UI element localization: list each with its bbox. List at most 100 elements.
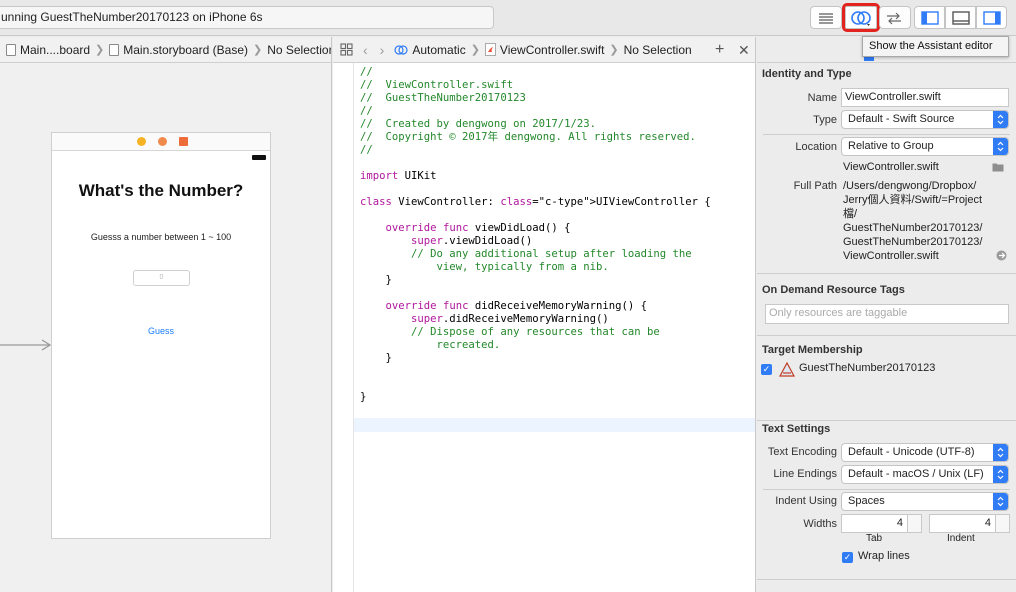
tab-caption: Tab bbox=[866, 533, 883, 544]
target-checkbox[interactable]: ✓ bbox=[761, 364, 772, 375]
storyboard-canvas[interactable]: What's the Number? Guesss a number betwe… bbox=[0, 63, 332, 592]
chevron-updown-icon bbox=[993, 493, 1008, 510]
section-divider bbox=[757, 579, 1016, 580]
utilities-toggle-icon bbox=[982, 10, 1001, 25]
view-controller-icon[interactable] bbox=[137, 137, 146, 146]
exit-icon[interactable] bbox=[179, 137, 188, 146]
code-line: override func didReceiveMemoryWarning() … bbox=[385, 300, 648, 312]
line-endings-label: Line Endings bbox=[773, 468, 837, 480]
document-icon bbox=[6, 43, 16, 56]
chevron-right-icon: ❯ bbox=[95, 44, 105, 56]
grid-icon[interactable] bbox=[340, 43, 353, 56]
code-line: super.didReceiveMemoryWarning() bbox=[411, 313, 609, 325]
standard-editor-button[interactable] bbox=[810, 6, 842, 29]
code-line: // ViewController.swift bbox=[360, 79, 514, 91]
file-inspector: Identity and Type Name ViewController.sw… bbox=[757, 63, 1016, 592]
full-path-line: Jerry個人資料/Swift/=Project bbox=[843, 194, 983, 206]
folder-icon[interactable] bbox=[992, 162, 1004, 172]
full-path-line: GuestTheNumber20170123/ bbox=[843, 222, 983, 234]
chevron-updown-icon bbox=[993, 444, 1008, 461]
chevron-updown-icon bbox=[993, 111, 1008, 128]
code-line: } bbox=[360, 352, 392, 364]
assistant-mode-selector[interactable]: Automatic bbox=[394, 42, 466, 57]
location-select-value: Relative to Group bbox=[848, 140, 934, 152]
forward-icon[interactable]: › bbox=[380, 42, 385, 58]
close-icon[interactable]: ✕ bbox=[738, 42, 750, 59]
standard-editor-icon bbox=[817, 12, 835, 24]
code-editor[interactable]: //// ViewController.swift// GuestTheNumb… bbox=[333, 63, 756, 592]
guess-button[interactable]: Guess bbox=[52, 326, 270, 336]
jump-crumb-storyboard-file[interactable]: Main.storyboard (Base) bbox=[109, 43, 248, 57]
location-label: Location bbox=[795, 141, 837, 153]
guess-text-field[interactable]: 0 bbox=[133, 270, 190, 286]
indent-using-value: Spaces bbox=[848, 495, 885, 507]
target-name: GuestTheNumber20170123 bbox=[799, 362, 936, 374]
app-target-icon bbox=[779, 362, 795, 377]
navigator-toggle-icon bbox=[920, 10, 939, 25]
reveal-arrow-icon[interactable] bbox=[996, 250, 1007, 261]
jump-crumb-label: Main.storyboard (Base) bbox=[123, 42, 248, 57]
app-title-label[interactable]: What's the Number? bbox=[52, 181, 270, 201]
navigator-toggle-button[interactable] bbox=[914, 6, 945, 29]
name-field[interactable]: ViewController.swift bbox=[841, 88, 1009, 107]
full-path-value: /Users/dengwong/Dropbox/ Jerry個人資料/Swift… bbox=[843, 179, 982, 263]
jump-crumb-storyboard-group[interactable]: Main....board bbox=[6, 43, 90, 57]
resource-tags-field[interactable]: Only resources are taggable bbox=[765, 304, 1009, 324]
version-editor-button[interactable] bbox=[879, 6, 911, 29]
code-line: override func viewDidLoad() { bbox=[385, 222, 571, 234]
wrap-lines-checkbox[interactable]: ✓ bbox=[842, 552, 853, 563]
jump-crumb-label: ViewController.swift bbox=[499, 42, 605, 57]
section-divider bbox=[757, 273, 1016, 274]
section-divider bbox=[757, 335, 1016, 336]
tab-width-value: 4 bbox=[896, 517, 903, 529]
editor-gutter bbox=[353, 63, 354, 592]
type-select[interactable]: Default - Swift Source bbox=[841, 110, 1009, 129]
add-icon[interactable]: + bbox=[715, 41, 724, 59]
tab-width-stepper[interactable] bbox=[908, 514, 922, 533]
code-line: view, typically from a nib. bbox=[360, 261, 609, 273]
text-encoding-select[interactable]: Default - Unicode (UTF-8) bbox=[841, 443, 1009, 462]
view-controller-scene[interactable]: What's the Number? Guesss a number betwe… bbox=[51, 132, 271, 539]
jump-crumb-selection[interactable]: No Selection bbox=[267, 42, 332, 57]
indent-using-select[interactable]: Spaces bbox=[841, 492, 1009, 511]
text-encoding-value: Default - Unicode (UTF-8) bbox=[848, 446, 975, 458]
back-icon[interactable]: ‹ bbox=[363, 42, 368, 58]
assistant-icon bbox=[850, 9, 872, 27]
first-responder-icon[interactable] bbox=[158, 137, 167, 146]
chevron-right-icon: ❯ bbox=[470, 44, 480, 56]
assistant-mode-label: Automatic bbox=[412, 42, 466, 57]
code-text[interactable]: //// ViewController.swift// GuestTheNumb… bbox=[360, 66, 711, 404]
code-line: super.viewDidLoad() bbox=[411, 235, 533, 247]
jump-crumb-swift-file[interactable]: ViewController.swift bbox=[484, 42, 605, 57]
type-select-value: Default - Swift Source bbox=[848, 113, 955, 125]
indent-width-stepper[interactable] bbox=[996, 514, 1010, 533]
activity-status-bar: unning GuestTheNumber20170123 on iPhone … bbox=[0, 6, 494, 29]
assistant-editor-button[interactable] bbox=[842, 3, 880, 32]
jump-crumb-label: No Selection bbox=[623, 42, 692, 57]
full-path-line: 檔/ bbox=[843, 208, 858, 220]
line-endings-select[interactable]: Default - macOS / Unix (LF) bbox=[841, 465, 1009, 484]
tab-width-field[interactable]: 4 bbox=[841, 514, 908, 533]
wrap-lines-label: Wrap lines bbox=[858, 550, 910, 562]
target-membership-title: Target Membership bbox=[762, 344, 863, 356]
app-prompt-label[interactable]: Guesss a number between 1 ~ 100 bbox=[52, 232, 270, 242]
full-path-label: Full Path bbox=[793, 180, 837, 192]
code-line: // bbox=[360, 105, 373, 117]
widths-label: Widths bbox=[803, 518, 837, 530]
indent-width-field[interactable]: 4 bbox=[929, 514, 996, 533]
code-line: // Created by dengwong on 2017/1/23. bbox=[360, 118, 596, 130]
indent-caption: Indent bbox=[947, 533, 975, 544]
type-label: Type bbox=[813, 114, 837, 126]
document-icon bbox=[109, 43, 120, 56]
chevron-updown-icon bbox=[993, 138, 1008, 155]
debug-area-toggle-button[interactable] bbox=[945, 6, 976, 29]
code-line: } bbox=[360, 274, 392, 286]
jump-crumb-label: No Selection bbox=[267, 42, 332, 57]
version-editor-icon bbox=[884, 11, 906, 25]
location-select[interactable]: Relative to Group bbox=[841, 137, 1009, 156]
utilities-toggle-button[interactable] bbox=[976, 6, 1007, 29]
jump-crumb-selection[interactable]: No Selection bbox=[624, 43, 692, 57]
code-line: recreated. bbox=[360, 339, 501, 351]
